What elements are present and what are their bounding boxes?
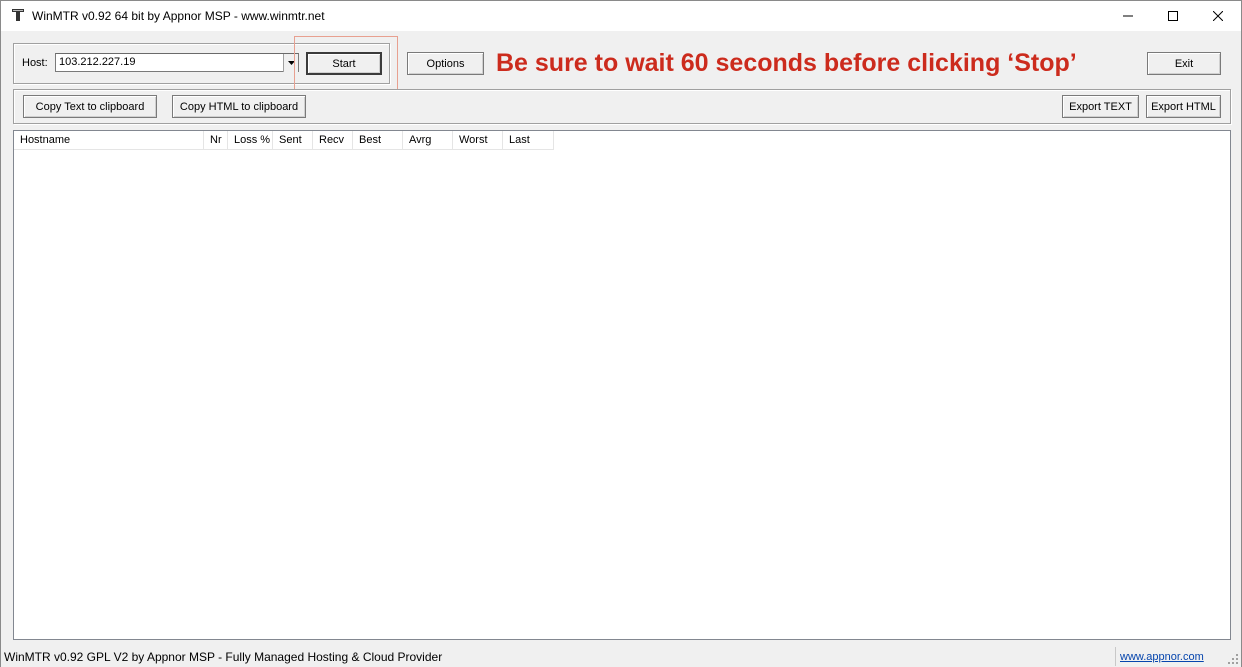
wait-notice: Be sure to wait 60 seconds before clicki… (496, 49, 1077, 77)
options-button[interactable]: Options (407, 52, 484, 75)
start-highlight-box (294, 36, 398, 90)
column-header-sent[interactable]: Sent (273, 131, 313, 149)
column-header-loss[interactable]: Loss % (228, 131, 273, 149)
column-header-worst[interactable]: Worst (453, 131, 503, 149)
column-header-hostname[interactable]: Hostname (14, 131, 204, 149)
close-button[interactable] (1195, 1, 1241, 31)
copy-html-button[interactable]: Copy HTML to clipboard (172, 95, 306, 118)
host-label: Host: (22, 57, 48, 69)
minimize-icon (1123, 15, 1133, 17)
status-text: WinMTR v0.92 GPL V2 by Appnor MSP - Full… (4, 650, 443, 664)
minimize-button[interactable] (1105, 1, 1151, 31)
maximize-icon (1168, 11, 1178, 21)
host-input[interactable]: 103.212.227.19 (59, 56, 135, 68)
status-bar: WinMTR v0.92 GPL V2 by Appnor MSP - Full… (1, 646, 1241, 667)
resize-grip-icon[interactable] (1227, 653, 1239, 665)
winmtr-window: WinMTR v0.92 64 bit by Appnor MSP - www.… (0, 0, 1242, 667)
column-header-nr[interactable]: Nr (204, 131, 228, 149)
column-header-recv[interactable]: Recv (313, 131, 353, 149)
appnor-link[interactable]: www.appnor.com (1120, 651, 1204, 663)
window-title: WinMTR v0.92 64 bit by Appnor MSP - www.… (32, 9, 325, 23)
results-list[interactable]: Hostname Nr Loss % Sent Recv Best Avrg W… (13, 130, 1231, 640)
export-html-button[interactable]: Export HTML (1146, 95, 1221, 118)
title-bar[interactable]: WinMTR v0.92 64 bit by Appnor MSP - www.… (1, 1, 1241, 31)
copy-text-button[interactable]: Copy Text to clipboard (23, 95, 157, 118)
host-combobox[interactable]: 103.212.227.19 (55, 53, 299, 72)
column-header-last[interactable]: Last (503, 131, 554, 149)
app-icon (12, 9, 24, 21)
maximize-button[interactable] (1150, 1, 1196, 31)
list-header: Hostname Nr Loss % Sent Recv Best Avrg W… (14, 131, 554, 150)
close-icon (1213, 11, 1223, 21)
column-header-best[interactable]: Best (353, 131, 403, 149)
column-header-avrg[interactable]: Avrg (403, 131, 453, 149)
export-text-button[interactable]: Export TEXT (1062, 95, 1139, 118)
exit-button[interactable]: Exit (1147, 52, 1221, 75)
